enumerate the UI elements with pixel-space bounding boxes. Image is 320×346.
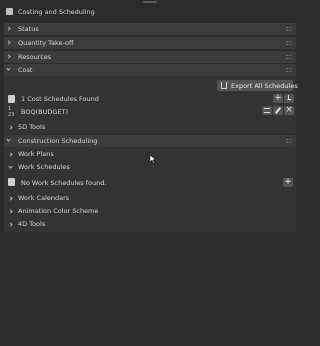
section-label: Cost — [18, 66, 33, 74]
delete-icon: × — [285, 105, 293, 115]
chevron-right-icon — [8, 222, 13, 227]
export-icon — [221, 82, 227, 89]
section-label: Status — [18, 25, 39, 33]
add-cost-schedule-button[interactable]: + — [273, 94, 283, 103]
drag-grip-icon[interactable] — [286, 139, 292, 143]
drag-grip-icon[interactable] — [286, 27, 292, 31]
drag-grip-icon[interactable] — [286, 68, 292, 72]
cost-schedule-actions-button[interactable] — [262, 106, 272, 115]
work-schedule-icon — [8, 178, 15, 186]
subsection-label: Work Plans — [18, 150, 54, 158]
export-button-label: Export All Schedules — [231, 82, 298, 90]
export-all-schedules-button[interactable]: Export All Schedules — [217, 80, 298, 91]
section-label: Resources — [18, 53, 52, 61]
chevron-right-icon — [6, 26, 11, 31]
chevron-down-icon — [6, 137, 11, 142]
cost-schedules-found-text: 1 Cost Schedules Found — [21, 95, 99, 103]
drag-grip-icon[interactable] — [286, 41, 292, 45]
cost-schedule-name: BOQ(BUDGET) — [21, 108, 68, 116]
section-label: Construction Scheduling — [18, 137, 98, 145]
subsection-label: Animation Color Scheme — [18, 207, 99, 215]
chevron-right-icon — [8, 152, 13, 157]
list-icon — [264, 108, 270, 113]
add-work-schedule-button[interactable]: + — [283, 178, 293, 187]
main-panel-header[interactable]: Costing and Scheduling — [4, 5, 296, 19]
no-work-schedules-text: No Work Schedules found. — [21, 179, 107, 187]
section-resources[interactable]: Resources — [4, 51, 296, 63]
chevron-right-icon — [8, 196, 13, 201]
chevron-right-icon — [8, 125, 13, 130]
subsection-4d-tools[interactable]: 4D Tools — [6, 218, 294, 230]
add-icon: + — [284, 177, 292, 187]
subsection-5d-tools[interactable]: 5D Tools — [6, 121, 294, 133]
subsection-work-calendars[interactable]: Work Calendars — [6, 192, 294, 204]
chevron-down-icon — [8, 164, 13, 169]
panel-icon — [6, 8, 13, 15]
drag-grip-icon[interactable] — [286, 55, 292, 59]
subsection-label: 4D Tools — [18, 220, 46, 228]
chevron-right-icon — [6, 40, 11, 45]
table-icon: 1 23 — [8, 106, 15, 118]
chevron-right-icon — [8, 209, 13, 214]
pencil-icon — [274, 107, 282, 114]
subsection-label: 5D Tools — [18, 123, 46, 131]
cost-schedule-icon — [8, 95, 15, 103]
import-cost-schedule-button[interactable] — [284, 94, 294, 103]
subsection-animation-color-scheme[interactable]: Animation Color Scheme — [6, 205, 294, 217]
chevron-right-icon — [6, 54, 11, 59]
section-status[interactable]: Status — [4, 23, 296, 35]
area-resize-handle[interactable] — [143, 1, 157, 3]
section-label: Quantity Take-off — [18, 39, 74, 47]
subsection-label: Work Schedules — [18, 163, 70, 171]
import-arrow — [288, 95, 289, 100]
delete-cost-schedule-button[interactable]: × — [284, 106, 294, 115]
add-icon: + — [274, 93, 282, 103]
edit-cost-schedule-button[interactable] — [273, 106, 283, 115]
section-construction-scheduling[interactable]: Construction Scheduling — [4, 135, 296, 147]
chevron-down-icon — [6, 66, 11, 71]
section-cost[interactable]: Cost — [4, 64, 296, 76]
panel-title: Costing and Scheduling — [18, 8, 95, 16]
mouse-cursor-icon — [150, 155, 156, 164]
section-quantity-takeoff[interactable]: Quantity Take-off — [4, 37, 296, 49]
subsection-label: Work Calendars — [18, 194, 70, 202]
